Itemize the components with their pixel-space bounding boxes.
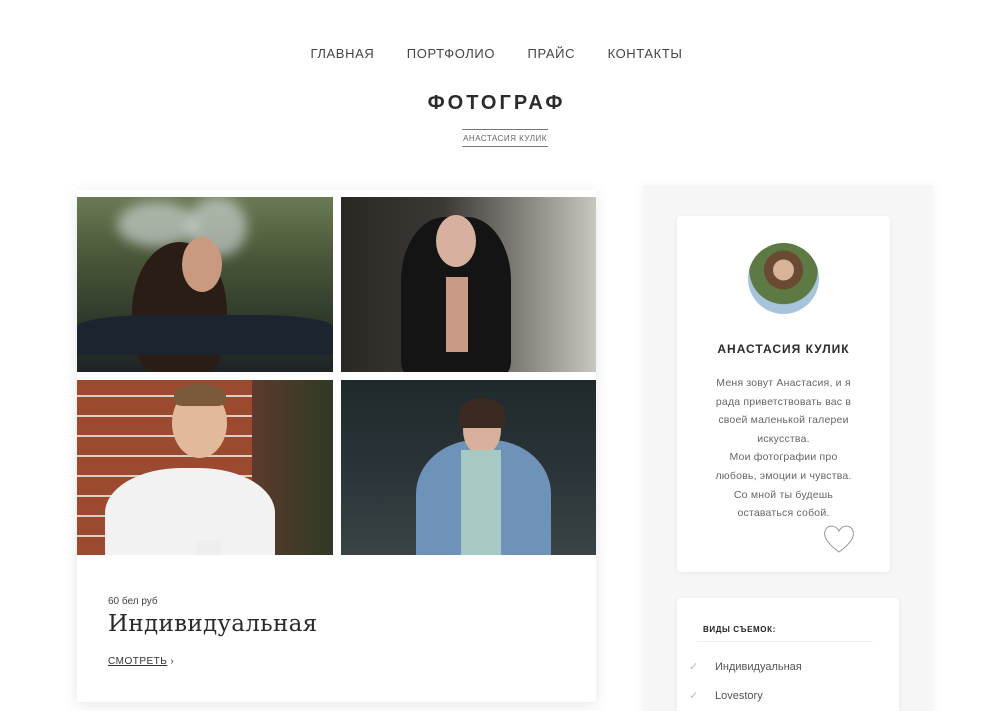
about-widget: АНАСТАСИЯ КУЛИК Меня зовут Анастасия, и … <box>677 216 890 572</box>
photo-woman-black-jacket[interactable] <box>341 197 596 372</box>
check-icon: ✓ <box>689 661 699 673</box>
hair-shape <box>459 398 505 428</box>
check-icon: ✓ <box>689 690 699 702</box>
site-title[interactable]: ФОТОГРАФ <box>0 92 993 115</box>
post-title[interactable]: Индивидуальная <box>108 611 317 637</box>
type-item-label: Индивидуальная <box>715 661 802 673</box>
smoke-shape <box>117 202 197 247</box>
main-nav: ГЛАВНАЯ ПОРТФОЛИО ПРАЙС КОНТАКТЫ <box>0 45 993 63</box>
figure-shape <box>446 277 468 352</box>
nav-item-portfolio[interactable]: ПОРТФОЛИО <box>407 46 495 61</box>
nav-item-contacts[interactable]: КОНТАКТЫ <box>608 46 683 61</box>
about-text-line: Со мной ты будешь <box>733 488 834 501</box>
post-card: 60 бел руб Индивидуальная СМОТРЕТЬ › <box>77 190 596 702</box>
site-subtitle: АНАСТАСИЯ КУЛИК <box>462 129 548 147</box>
about-text-line: Меня зовут Анастасия, и я <box>716 377 851 389</box>
about-text-line: рада приветствовать вас в <box>715 395 852 408</box>
chevron-right-icon: › <box>170 656 175 667</box>
type-item-individual[interactable]: ✓ Индивидуальная <box>689 660 802 673</box>
about-text-line: своей маленькой галереи <box>718 414 849 427</box>
about-text: Меня зовут Анастасия, и я рада приветств… <box>701 374 866 523</box>
figure-shape <box>105 468 275 555</box>
about-text-line: Мои фотографии про <box>729 451 838 464</box>
nav-item-price[interactable]: ПРАЙС <box>528 46 576 61</box>
heart-icon <box>824 525 854 553</box>
type-item-lovestory[interactable]: ✓ Lovestory <box>689 689 763 702</box>
sidebar: АНАСТАСИЯ КУЛИК Меня зовут Анастасия, и … <box>643 185 933 711</box>
type-item-label: Lovestory <box>715 690 763 702</box>
about-text-line: оставаться собой. <box>737 507 830 520</box>
figure-shape <box>182 237 222 292</box>
more-link[interactable]: СМОТРЕТЬ › <box>108 656 174 667</box>
cup-shape <box>197 540 221 555</box>
figure-shape <box>436 215 476 267</box>
about-text-line: искусства. <box>757 432 810 445</box>
photo-woman-smoke[interactable] <box>77 197 333 372</box>
shoot-types-widget: ВИДЫ СЪЕМОК: ✓ Индивидуальная ✓ Lovestory <box>677 598 899 711</box>
hair-shape <box>174 384 226 406</box>
about-text-line: любовь, эмоции и чувства. <box>715 469 852 482</box>
photo-woman-coat[interactable] <box>341 380 596 555</box>
avatar <box>748 243 819 314</box>
car-shape <box>77 315 333 355</box>
post-price: 60 бел руб <box>108 596 158 607</box>
more-link-label: СМОТРЕТЬ <box>108 656 168 667</box>
divider <box>697 641 873 642</box>
about-name: АНАСТАСИЯ КУЛИК <box>717 342 850 356</box>
nav-item-home[interactable]: ГЛАВНАЯ <box>311 46 375 61</box>
photo-man-coffee[interactable] <box>77 380 333 555</box>
types-heading: ВИДЫ СЪЕМОК: <box>703 625 776 634</box>
scarf-shape <box>461 450 501 555</box>
